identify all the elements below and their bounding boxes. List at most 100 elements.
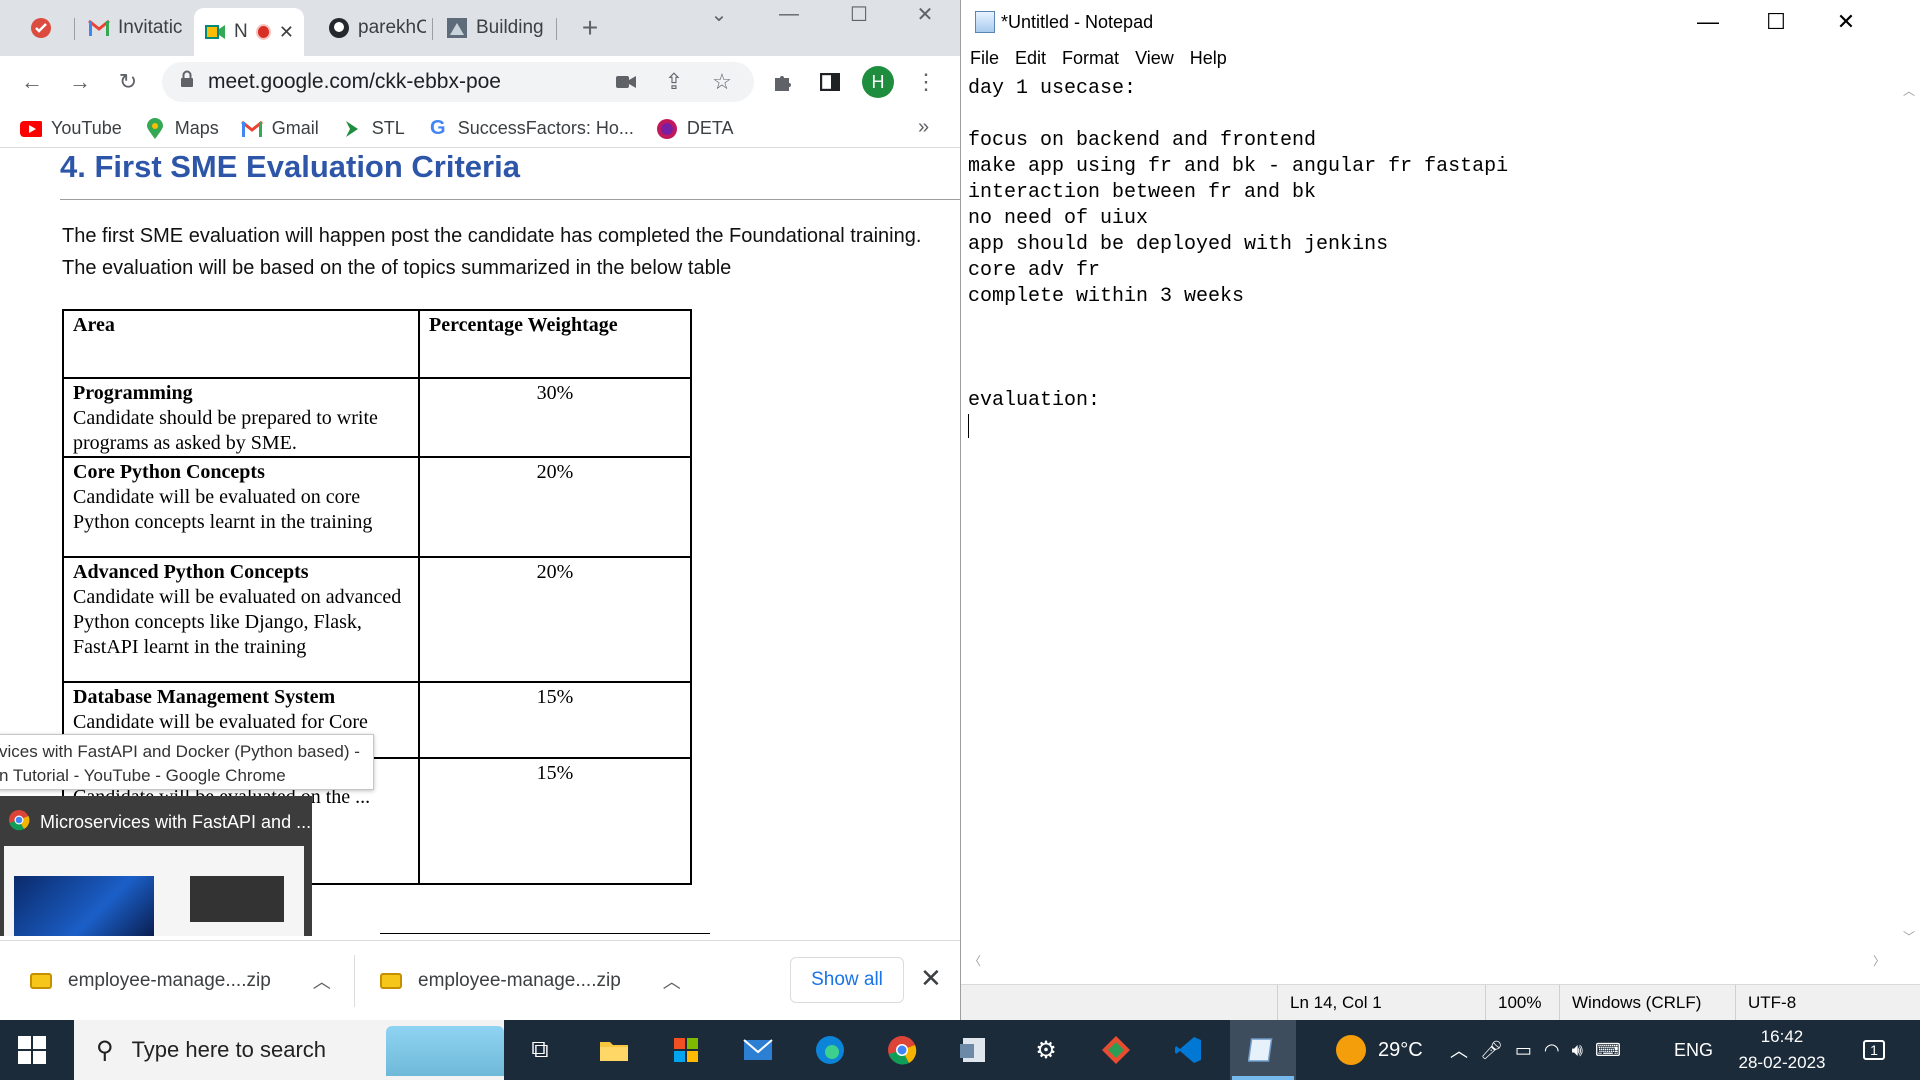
- weightage-cell: 15%: [418, 681, 692, 759]
- tab-building[interactable]: Building: [436, 8, 556, 48]
- page-rule: [380, 933, 710, 934]
- git-client-icon[interactable]: [1094, 1028, 1138, 1072]
- profile-avatar[interactable]: H: [862, 66, 894, 98]
- weightage-cell: 20%: [418, 456, 692, 558]
- search-highlight-illustration: [386, 1026, 504, 1076]
- bookmark-stl[interactable]: STL: [341, 118, 405, 140]
- reload-button[interactable]: ↻: [110, 64, 146, 100]
- chevron-up-icon[interactable]: ︿: [1450, 1037, 1468, 1063]
- show-all-downloads-button[interactable]: Show all: [790, 957, 904, 1003]
- camera-icon[interactable]: [608, 64, 644, 100]
- start-button[interactable]: [18, 1036, 46, 1064]
- microphone-icon[interactable]: 🎤︎: [1480, 1040, 1503, 1061]
- notification-center-icon[interactable]: 1: [1856, 1032, 1892, 1068]
- download-item[interactable]: employee-manage....zip ︿: [30, 941, 331, 1020]
- weather-widget[interactable]: 29°C: [1336, 1020, 1423, 1080]
- menu-file[interactable]: File: [961, 48, 1007, 74]
- scroll-right-icon[interactable]: 〉: [1873, 952, 1885, 969]
- taskbar-search-box[interactable]: ⚲ Type here to search: [74, 1020, 504, 1080]
- tab-github[interactable]: parekhC: [318, 8, 426, 48]
- text-editor-area[interactable]: day 1 usecase: focus on backend and fron…: [961, 76, 1897, 950]
- bookmark-successfactors[interactable]: G SuccessFactors: Ho...: [427, 117, 634, 140]
- area-cell: Core Python Concepts Candidate will be ev…: [62, 456, 420, 558]
- extensions-icon[interactable]: [764, 64, 800, 100]
- file-explorer-icon[interactable]: [592, 1028, 636, 1072]
- close-button[interactable]: ✕: [1811, 0, 1881, 44]
- bookmarks-bar: YouTube Maps Gmail STL G SuccessFactors:…: [0, 110, 960, 148]
- maximize-button[interactable]: ☐: [824, 0, 894, 28]
- bookmark-gmail[interactable]: Gmail: [240, 118, 319, 140]
- share-icon[interactable]: ⇪: [656, 64, 692, 100]
- new-tab-button[interactable]: +: [572, 10, 608, 46]
- preview-title-text: Microservices with FastAPI and ...: [40, 811, 312, 832]
- menu-help[interactable]: Help: [1182, 48, 1235, 74]
- bookmark-youtube[interactable]: YouTube: [20, 118, 122, 140]
- video-thumbnail: [190, 876, 284, 922]
- side-panel-icon[interactable]: [812, 64, 848, 100]
- bookmark-label: Gmail: [271, 118, 319, 138]
- line-endings: Windows (CRLF): [1559, 985, 1735, 1021]
- lock-icon: [180, 70, 194, 94]
- vertical-scrollbar[interactable]: ︿ ﹀: [1897, 76, 1920, 950]
- weightage-cell: 30%: [418, 377, 692, 458]
- keyboard-icon[interactable]: ⌨: [1595, 1040, 1621, 1061]
- scroll-up-icon[interactable]: ︿: [1903, 82, 1915, 99]
- zip-file-icon: [30, 973, 52, 989]
- battery-icon[interactable]: ▭: [1515, 1040, 1532, 1061]
- gmail-icon: [240, 118, 263, 140]
- close-tab-icon[interactable]: ✕: [279, 22, 294, 43]
- documents-app-icon[interactable]: [952, 1028, 996, 1072]
- horizontal-scrollbar[interactable]: 〈 〉: [961, 950, 1897, 972]
- heading-divider: [60, 199, 960, 200]
- column-header: Percentage Weightage: [418, 309, 692, 379]
- editor-line: make app using fr and bk - angular fr fa…: [968, 155, 1509, 178]
- volume-icon[interactable]: 🔊︎: [1572, 1040, 1583, 1061]
- todo-check-icon: [30, 17, 52, 39]
- forward-button[interactable]: →: [62, 64, 98, 100]
- minimize-button[interactable]: —: [754, 0, 824, 28]
- settings-gear-icon[interactable]: ⚙: [1024, 1028, 1068, 1072]
- close-download-bar-icon[interactable]: ✕: [920, 963, 942, 994]
- menu-format[interactable]: Format: [1054, 48, 1127, 74]
- bookmark-deta[interactable]: DETA: [656, 118, 734, 140]
- microsoft-store-icon[interactable]: [664, 1028, 708, 1072]
- language-indicator[interactable]: ENG: [1674, 1020, 1713, 1080]
- menu-edit[interactable]: Edit: [1007, 48, 1054, 74]
- bookmark-label: DETA: [686, 118, 734, 138]
- notepad-taskbar-icon[interactable]: [1240, 1028, 1284, 1072]
- chevron-up-icon[interactable]: ︿: [663, 968, 681, 994]
- section-heading: 4. First SME Evaluation Criteria: [60, 149, 520, 184]
- tab-todo[interactable]: [20, 8, 70, 48]
- close-window-button[interactable]: ✕: [890, 0, 960, 28]
- scroll-down-icon[interactable]: ﹀: [1903, 928, 1915, 945]
- table-row: Advanced Python Concepts Candidate will b…: [62, 556, 692, 683]
- wifi-icon[interactable]: ◠: [1544, 1040, 1560, 1061]
- browser-toolbar: ← → ↻ meet.google.com/ckk-ebbx-poe ⇪ ☆ ⋮: [0, 56, 960, 108]
- tab-search-icon[interactable]: ⌄: [684, 0, 754, 28]
- download-item[interactable]: employee-manage....zip ︿: [380, 941, 681, 1020]
- task-view-icon[interactable]: ⧉: [518, 1028, 562, 1072]
- column-header: Area: [62, 309, 420, 379]
- clock[interactable]: 16:42 28-02-2023: [1730, 1024, 1834, 1076]
- menu-view[interactable]: View: [1127, 48, 1182, 74]
- search-icon: ⚲: [96, 1036, 114, 1064]
- window-preview[interactable]: Microservices with FastAPI and ...: [0, 796, 312, 936]
- mail-icon[interactable]: [736, 1028, 780, 1072]
- tab-google-meet[interactable]: N ✕: [194, 8, 304, 56]
- minimize-button[interactable]: —: [1673, 0, 1743, 44]
- maximize-button[interactable]: ☐: [1741, 0, 1811, 44]
- back-button[interactable]: ←: [14, 64, 50, 100]
- chrome-menu-icon[interactable]: ⋮: [908, 64, 944, 100]
- tab-gmail-invitation[interactable]: Invitatic: [78, 8, 190, 48]
- scroll-left-icon[interactable]: 〈: [969, 952, 981, 969]
- bookmark-maps[interactable]: Maps: [144, 117, 219, 140]
- chevron-up-icon[interactable]: ︿: [313, 968, 331, 994]
- weightage-cell: 20%: [418, 556, 692, 683]
- bookmark-star-icon[interactable]: ☆: [704, 64, 740, 100]
- vscode-icon[interactable]: [1166, 1028, 1210, 1072]
- bookmarks-overflow-button[interactable]: »: [918, 116, 929, 139]
- chrome-icon[interactable]: [880, 1028, 924, 1072]
- edge-browser-icon[interactable]: [808, 1028, 852, 1072]
- clock-date: 28-02-2023: [1738, 1053, 1826, 1072]
